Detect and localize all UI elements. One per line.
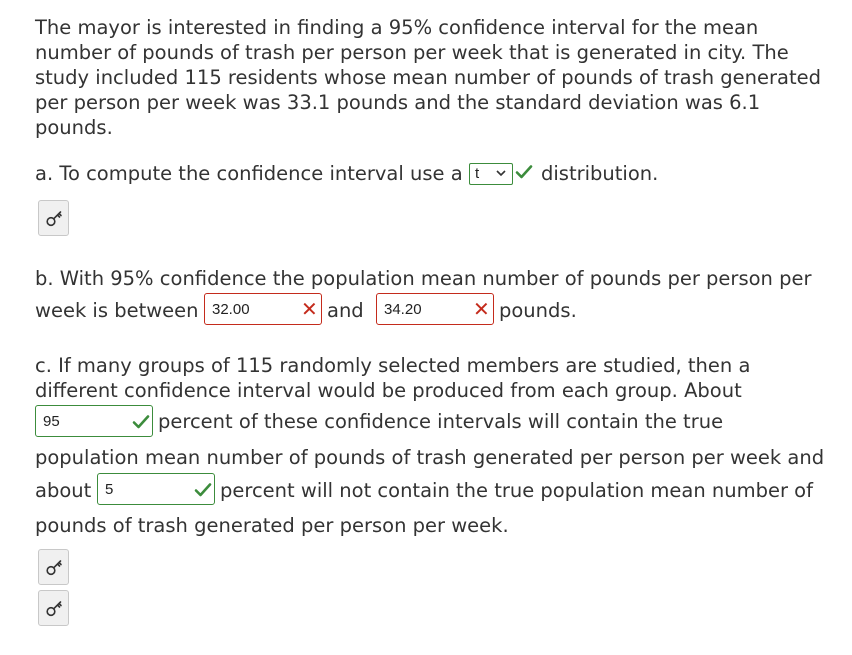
problem-line: pounds. [35,116,113,139]
problem-line: The mayor is interested in finding a 95%… [35,16,759,39]
x-mark-icon: ✕ [473,297,490,321]
x-mark-icon: ✕ [301,297,318,321]
key-icon [46,560,62,576]
not-contain-percent-value: 5 [105,481,114,498]
part-a-prefix: a. To compute the confidence interval us… [35,162,463,185]
part-b-line1: b. With 95% confidence the population me… [35,267,812,290]
lower-bound-value: 32.00 [212,301,250,318]
part-c-line6: pounds of trash generated per person per… [35,514,509,537]
part-c-after-contain: percent of these confidence intervals wi… [158,410,724,433]
key-icon [46,211,62,227]
upper-bound-value: 34.20 [384,301,422,318]
part-c-about: about [35,479,92,502]
part-b-and: and [327,299,364,322]
part-c-after-not-contain: percent will not contain the true popula… [220,479,813,502]
problem-line: number of pounds of trash per person per… [35,41,789,64]
distribution-select-value: t [475,165,480,182]
key-icon [46,601,62,617]
part-c-line2: different confidence interval would be p… [35,379,742,402]
part-a-suffix: distribution. [541,162,659,185]
contain-percent-input[interactable]: 95 [35,405,153,437]
problem-line: study included 115 residents whose mean … [35,66,822,89]
contain-percent-value: 95 [43,413,60,430]
problem-line: per person per week was 33.1 pounds and … [35,91,761,114]
checkmark-icon [515,165,533,179]
lower-bound-input[interactable]: 32.00 ✕ [204,293,322,325]
chevron-down-icon [496,170,506,177]
hint-key-button[interactable] [38,549,69,585]
part-c-line4: population mean number of pounds of tras… [35,446,825,469]
hint-key-button[interactable] [38,200,69,236]
distribution-select[interactable]: t [469,163,513,185]
not-contain-percent-input[interactable]: 5 [97,473,215,505]
part-b-suffix: pounds. [499,299,577,322]
hint-key-button[interactable] [38,590,69,626]
checkmark-icon [194,483,212,497]
checkmark-icon [132,415,150,429]
upper-bound-input[interactable]: 34.20 ✕ [376,293,494,325]
part-c-line1: c. If many groups of 115 randomly select… [35,354,751,377]
part-b-prefix: week is between [35,299,199,322]
